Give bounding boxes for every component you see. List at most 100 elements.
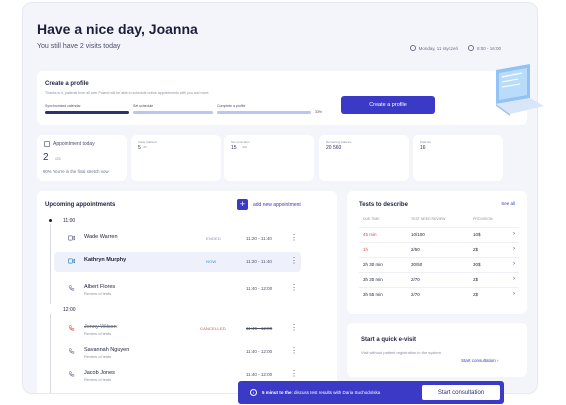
due-time: 3h 30 min bbox=[363, 277, 383, 282]
stat-label: Remaining balance bbox=[326, 140, 352, 144]
evisit-title: Start a quick e-visit bbox=[361, 337, 417, 343]
test-row[interactable]: 3h 30 min 2/70 2$ › bbox=[359, 272, 519, 287]
upcoming-appointments-title: Upcoming appointments bbox=[45, 202, 116, 208]
phone-icon bbox=[69, 285, 75, 291]
chevron-right-icon[interactable]: › bbox=[513, 246, 515, 252]
appointment-row[interactable]: Kathryn Murphy NOW 11:20 - 11:40 ⋮ bbox=[54, 252, 301, 272]
stat-card-patients: Patients 16 bbox=[413, 135, 503, 181]
appointment-reason: Review of tests bbox=[84, 377, 112, 382]
profile-progress-text: 33% bbox=[315, 110, 323, 114]
create-profile-card: Create a profile Thanks to it, patients … bbox=[37, 71, 527, 125]
start-consultation-link[interactable]: Start consultation › bbox=[461, 358, 499, 363]
test-row[interactable]: 3h 55 min 2/70 2$ › bbox=[359, 287, 519, 302]
upcoming-consultation-banner: i 5 minut to the: discuss test results w… bbox=[238, 381, 504, 404]
due-time: 2h 30 min bbox=[363, 262, 383, 267]
appointment-row[interactable]: Wade Warren ENDED 11:20 - 11:40 ⋮ bbox=[54, 229, 301, 249]
provision: 2$ bbox=[473, 292, 479, 297]
date-display: Monday, 11 styczeń bbox=[409, 45, 458, 51]
patient-name: Wade Warren bbox=[84, 234, 118, 240]
test-row[interactable]: 2h 30 min 30/50 30$ › bbox=[359, 257, 519, 272]
dashboard-frame: Have a nice day, Joanna You still have 2… bbox=[22, 2, 538, 394]
stat-value: 5 bbox=[138, 145, 141, 151]
test-need-review: 2/70 bbox=[411, 292, 420, 297]
due-time: 45 min bbox=[363, 232, 377, 237]
visits-remaining-text: You still have 2 visits today bbox=[37, 43, 121, 50]
appointment-today-total: /25 bbox=[55, 156, 61, 161]
stat-sub: /40 bbox=[143, 146, 147, 149]
stat-sub: /100 bbox=[242, 146, 247, 149]
more-options-icon[interactable]: ⋮ bbox=[290, 324, 298, 334]
stat-card-balance: Remaining balance 20 560 bbox=[319, 135, 409, 181]
step-label-calendar: Synchronised calendar bbox=[45, 104, 81, 108]
stat-value: 15 bbox=[231, 145, 237, 151]
start-consultation-button[interactable]: Start consultation bbox=[422, 385, 500, 400]
phone-icon bbox=[69, 348, 75, 354]
appointment-status: ENDED bbox=[206, 236, 222, 241]
step-bar-calendar bbox=[45, 111, 129, 114]
banner-message-bold: 5 minut to the bbox=[262, 390, 292, 395]
create-profile-title: Create a profile bbox=[45, 81, 89, 87]
test-need-review: 2/50 bbox=[411, 247, 420, 252]
phone-icon bbox=[69, 325, 75, 331]
start-consultation-label: Start consultation bbox=[461, 358, 496, 363]
laptop-illustration bbox=[496, 64, 544, 116]
step-bar-schedule bbox=[133, 111, 213, 114]
patient-name: Kathryn Murphy bbox=[84, 257, 127, 263]
test-row[interactable]: 45 min 10/100 10$ › bbox=[359, 227, 519, 242]
phone-icon bbox=[69, 371, 75, 377]
page-greeting: Have a nice day, Joanna bbox=[37, 21, 198, 37]
clock-icon bbox=[467, 45, 474, 51]
add-appointment-button[interactable]: + bbox=[237, 199, 248, 210]
date-text: Monday, 11 styczeń bbox=[418, 45, 458, 51]
provision: 10$ bbox=[473, 232, 481, 237]
test-row[interactable]: 1h 2/50 2$ › bbox=[359, 242, 519, 257]
add-appointment-link[interactable]: add new appointment bbox=[253, 202, 301, 208]
chevron-right-icon[interactable]: › bbox=[513, 231, 515, 237]
timeline-line bbox=[50, 314, 51, 393]
chevron-right-icon[interactable]: › bbox=[513, 291, 515, 297]
more-options-icon[interactable]: ⋮ bbox=[290, 370, 298, 380]
appointment-reason: Review of tests bbox=[84, 291, 112, 296]
appointment-status: CANCELLED bbox=[200, 326, 226, 331]
appointment-today-card: Appointment today 2 /25 90% You're in th… bbox=[37, 135, 127, 181]
more-options-icon[interactable]: ⋮ bbox=[290, 284, 298, 294]
provision: 2$ bbox=[473, 247, 479, 252]
time-group-label: 12:00 bbox=[63, 307, 76, 313]
hours-text: 8:00 - 16:00 bbox=[476, 45, 501, 51]
patient-name: Jacob Jones bbox=[84, 370, 115, 376]
evisit-description: Visit without patient registration in th… bbox=[361, 350, 441, 355]
step-label-schedule: Set schedule bbox=[133, 104, 154, 108]
column-header-due: DUE TIME bbox=[363, 217, 380, 221]
stat-card-reminders: Set reminders 15 /100 bbox=[224, 135, 314, 181]
stat-card-visits: Visits realized 5 /40 bbox=[131, 135, 221, 181]
see-all-link[interactable]: See all bbox=[501, 201, 515, 206]
test-need-review: 2/70 bbox=[411, 277, 420, 282]
provision: 2$ bbox=[473, 277, 479, 282]
more-options-icon[interactable]: ⋮ bbox=[290, 257, 298, 267]
timeline-line bbox=[50, 224, 51, 304]
chevron-right-icon[interactable]: › bbox=[513, 276, 515, 282]
appointment-row[interactable]: Albert Flores Review of tests 11:40 - 12… bbox=[54, 279, 301, 299]
appointment-time: 11:20 - 11:40 bbox=[246, 259, 272, 264]
step-label-profile: Complete a profile bbox=[217, 104, 246, 108]
appointment-time: 11:40 - 12:00 bbox=[246, 372, 273, 377]
banner-message-text: : discuss test results with Daria Suchod… bbox=[291, 390, 381, 395]
tests-title: Tests to describe bbox=[359, 202, 408, 208]
stat-value: 16 bbox=[420, 145, 426, 151]
chevron-right-icon[interactable]: › bbox=[513, 261, 515, 267]
banner-message: 5 minut to the: discuss test results wit… bbox=[262, 390, 380, 395]
appointment-time: 11:20 - 11:40 bbox=[246, 236, 272, 241]
info-icon: i bbox=[250, 389, 257, 396]
calendar-icon bbox=[44, 141, 50, 147]
appointment-row[interactable]: Jenny Wilson Review of tests CANCELLED 1… bbox=[54, 319, 301, 339]
tests-to-describe-card: Tests to describe See all DUE TIME TEST … bbox=[347, 191, 527, 314]
chevron-right-icon: › bbox=[497, 358, 499, 363]
create-profile-button[interactable]: Create a profile bbox=[341, 96, 435, 114]
more-options-icon[interactable]: ⋮ bbox=[290, 347, 298, 357]
more-options-icon[interactable]: ⋮ bbox=[290, 234, 298, 244]
header-meta: Monday, 11 styczeń 8:00 - 16:00 bbox=[409, 45, 501, 51]
due-time: 3h 55 min bbox=[363, 292, 383, 297]
appointment-row[interactable]: Savannah Nguyen Review of tests 11:40 - … bbox=[54, 342, 301, 362]
upcoming-appointments-card: Upcoming appointments + add new appointm… bbox=[37, 191, 337, 393]
time-group-label: 11:00 bbox=[63, 218, 76, 224]
